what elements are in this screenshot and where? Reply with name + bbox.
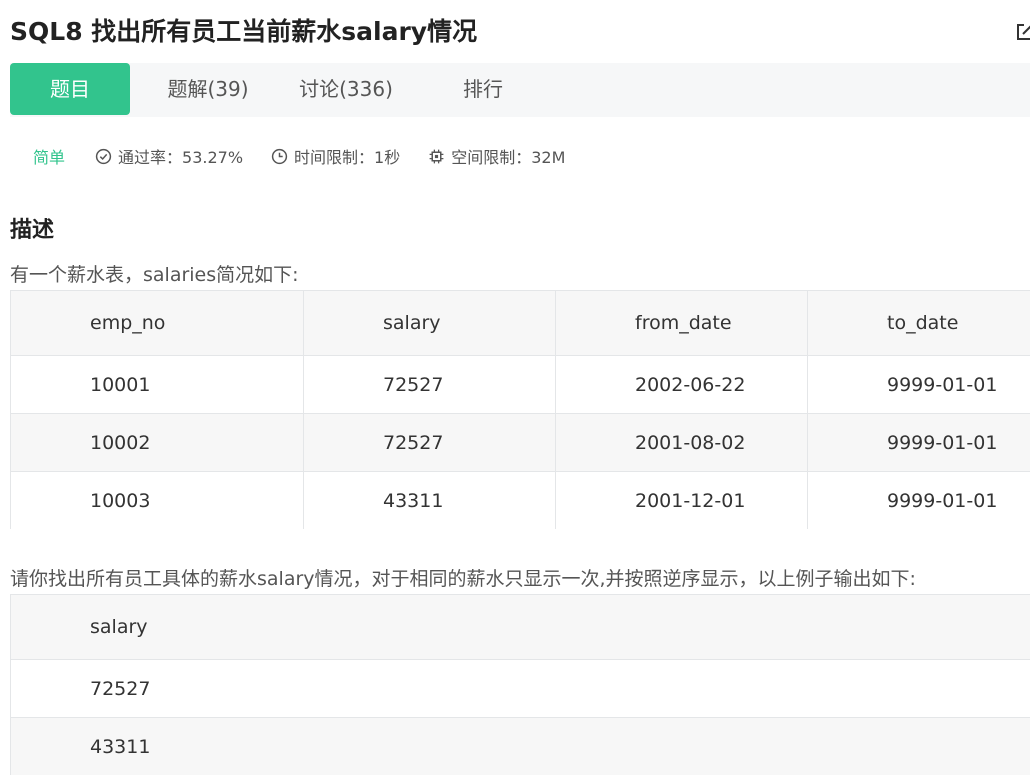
pass-rate: 通过率：53.27%	[95, 144, 243, 168]
column-header: salary	[304, 291, 556, 356]
table-header-row: emp_no salary from_date to_date	[11, 291, 1030, 356]
intro-text: 有一个薪水表，salaries简况如下:	[10, 260, 299, 287]
table-cell: 2001-08-02	[556, 414, 808, 472]
table-row: 10003 43311 2001-12-01 9999-01-01	[11, 472, 1030, 530]
table-cell: 72527	[304, 356, 556, 414]
time-limit: 时间限制：1秒	[271, 144, 400, 168]
table-cell: 10001	[11, 356, 304, 414]
table-row: 43311	[11, 718, 1030, 775]
clock-icon	[271, 148, 288, 165]
table-cell: 2002-06-22	[556, 356, 808, 414]
table-cell: 72527	[304, 414, 556, 472]
table-cell: 2001-12-01	[556, 472, 808, 530]
column-header: salary	[11, 595, 1030, 660]
table-cell: 9999-01-01	[808, 472, 1030, 530]
table-cell: 10003	[11, 472, 304, 530]
table-row: 10001 72527 2002-06-22 9999-01-01	[11, 356, 1030, 414]
difficulty-badge: 简单	[33, 144, 65, 168]
tab-ranking[interactable]: 排行	[440, 63, 526, 115]
check-circle-icon	[95, 148, 112, 165]
table-row: 72527	[11, 660, 1030, 718]
title-row: SQL8 找出所有员工当前薪水salary情况	[10, 14, 1030, 50]
tab-problem[interactable]: 题目	[10, 63, 130, 115]
output-table: salary 72527 43311	[10, 594, 1030, 775]
time-limit-text: 时间限制：1秒	[294, 144, 400, 168]
problem-meta: 简单 通过率：53.27% 时间限制：1秒 空间限制：32M	[33, 142, 593, 170]
question-text: 请你找出所有员工具体的薪水salary情况，对于相同的薪水只显示一次,并按照逆序…	[10, 564, 916, 591]
edit-icon[interactable]	[1014, 21, 1030, 43]
pass-rate-text: 通过率：53.27%	[118, 144, 243, 168]
tab-bar: 题目 题解(39) 讨论(336) 排行	[10, 63, 1030, 117]
column-header: emp_no	[11, 291, 304, 356]
table-cell: 72527	[11, 660, 1030, 718]
table-cell: 9999-01-01	[808, 414, 1030, 472]
space-limit: 空间限制：32M	[428, 144, 565, 168]
page-title: SQL8 找出所有员工当前薪水salary情况	[10, 14, 1030, 50]
tab-solutions[interactable]: 题解(39)	[150, 63, 266, 115]
salaries-table: emp_no salary from_date to_date 10001 72…	[10, 290, 1030, 529]
table-cell: 43311	[11, 718, 1030, 775]
table-row: 10002 72527 2001-08-02 9999-01-01	[11, 414, 1030, 472]
table-header-row: salary	[11, 595, 1030, 660]
chip-icon	[428, 148, 445, 165]
table-cell: 10002	[11, 414, 304, 472]
space-limit-text: 空间限制：32M	[451, 144, 565, 168]
table-cell: 9999-01-01	[808, 356, 1030, 414]
section-title: 描述	[10, 212, 54, 244]
column-header: to_date	[808, 291, 1030, 356]
column-header: from_date	[556, 291, 808, 356]
table-cell: 43311	[304, 472, 556, 530]
tab-discussion[interactable]: 讨论(336)	[286, 63, 406, 115]
